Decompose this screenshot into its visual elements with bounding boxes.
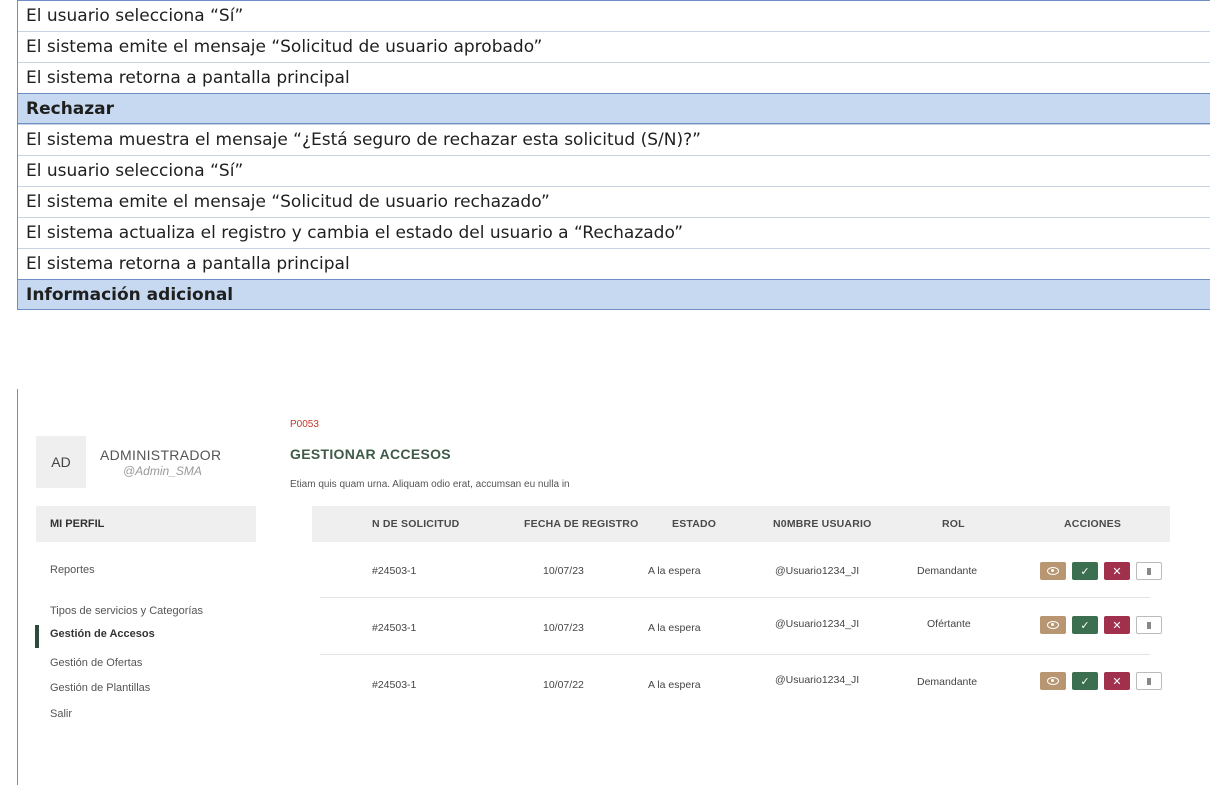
profile-button[interactable]: MI PERFIL [36, 506, 256, 542]
column-header: ROL [942, 518, 965, 530]
avatar[interactable]: AD [36, 436, 86, 488]
section-header-informacion: Información adicional [18, 279, 1210, 310]
sidebar-item-reportes[interactable]: Reportes [50, 564, 95, 576]
register-date: 10/07/23 [543, 565, 584, 577]
embedded-screenshot: AD ADMINISTRADOR @Admin_SMA MI PERFIL Re… [20, 400, 1190, 785]
active-indicator [35, 625, 39, 648]
username: @Usuario1234_JI [775, 618, 860, 630]
document-table: El usuario selecciona “Sí” El sistema em… [17, 0, 1210, 310]
role: Demandante [917, 676, 978, 688]
delete-button[interactable] [1136, 616, 1162, 634]
doc-row: El sistema retorna a pantalla principal [18, 248, 1210, 279]
delete-button[interactable] [1136, 672, 1162, 690]
request-id: #24503-1 [372, 622, 417, 634]
doc-row: El sistema emite el mensaje “Solicitud d… [18, 186, 1210, 217]
column-header: ESTADO [672, 518, 717, 530]
sidebar-item-ofertas[interactable]: Gestión de Ofertas [50, 657, 142, 669]
x-icon: ✕ [1112, 565, 1122, 578]
x-icon: ✕ [1112, 619, 1122, 632]
doc-row: El sistema emite el mensaje “Solicitud d… [18, 31, 1210, 62]
doc-row: El usuario selecciona “Sí” [18, 155, 1210, 186]
role: Demandante [917, 565, 978, 577]
column-header: N DE SOLICITUD [372, 518, 460, 530]
table-header: N DE SOLICITUD FECHA DE REGISTRO ESTADO … [312, 506, 1170, 542]
doc-row: El usuario selecciona “Sí” [18, 0, 1210, 31]
trash-icon [1147, 621, 1151, 629]
eye-icon [1047, 621, 1059, 629]
username: @Usuario1234_JI [775, 674, 860, 686]
status: A la espera [648, 565, 701, 577]
trash-icon [1147, 677, 1151, 685]
view-button[interactable] [1040, 616, 1066, 634]
column-header: N0MBRE USUARIO [773, 518, 872, 530]
view-button[interactable] [1040, 562, 1066, 580]
register-date: 10/07/22 [543, 679, 584, 691]
page-title: GESTIONAR ACCESOS [290, 446, 451, 462]
sidebar-item-servicios[interactable]: Tipos de servicios y Categorías [50, 605, 203, 617]
sidebar-item-accesos[interactable]: Gestión de Accesos [50, 628, 155, 640]
reject-button[interactable]: ✕ [1104, 616, 1130, 634]
status: A la espera [648, 622, 701, 634]
sidebar-item-salir[interactable]: Salir [50, 708, 72, 720]
register-date: 10/07/23 [543, 622, 584, 634]
section-header-rechazar: Rechazar [18, 93, 1210, 124]
doc-row: El sistema actualiza el registro y cambi… [18, 217, 1210, 248]
doc-row: El sistema muestra el mensaje “¿Está seg… [18, 124, 1210, 155]
approve-button[interactable]: ✓ [1072, 672, 1098, 690]
column-header: ACCIONES [1064, 518, 1122, 530]
admin-handle: @Admin_SMA [123, 464, 202, 478]
admin-name: ADMINISTRADOR [100, 447, 222, 463]
row-divider [320, 654, 1150, 655]
view-button[interactable] [1040, 672, 1066, 690]
status: A la espera [648, 679, 701, 691]
screen-code: P0053 [290, 419, 319, 430]
reject-button[interactable]: ✕ [1104, 672, 1130, 690]
eye-icon [1047, 677, 1059, 685]
eye-icon [1047, 567, 1059, 575]
check-icon: ✓ [1080, 619, 1090, 632]
page-subtitle: Etiam quis quam urna. Aliquam odio erat,… [290, 479, 570, 490]
doc-row: El sistema retorna a pantalla principal [18, 62, 1210, 93]
column-header: FECHA DE REGISTRO [524, 518, 639, 530]
check-icon: ✓ [1080, 565, 1090, 578]
trash-icon [1147, 567, 1151, 575]
row-divider [320, 597, 1150, 598]
request-id: #24503-1 [372, 565, 417, 577]
reject-button[interactable]: ✕ [1104, 562, 1130, 580]
check-icon: ✓ [1080, 675, 1090, 688]
role: Ofértante [927, 618, 971, 630]
x-icon: ✕ [1112, 675, 1122, 688]
request-id: #24503-1 [372, 679, 417, 691]
approve-button[interactable]: ✓ [1072, 562, 1098, 580]
approve-button[interactable]: ✓ [1072, 616, 1098, 634]
sidebar-item-plantillas[interactable]: Gestión de Plantillas [50, 682, 150, 694]
profile-label: MI PERFIL [50, 518, 105, 530]
username: @Usuario1234_JI [775, 565, 860, 577]
delete-button[interactable] [1136, 562, 1162, 580]
